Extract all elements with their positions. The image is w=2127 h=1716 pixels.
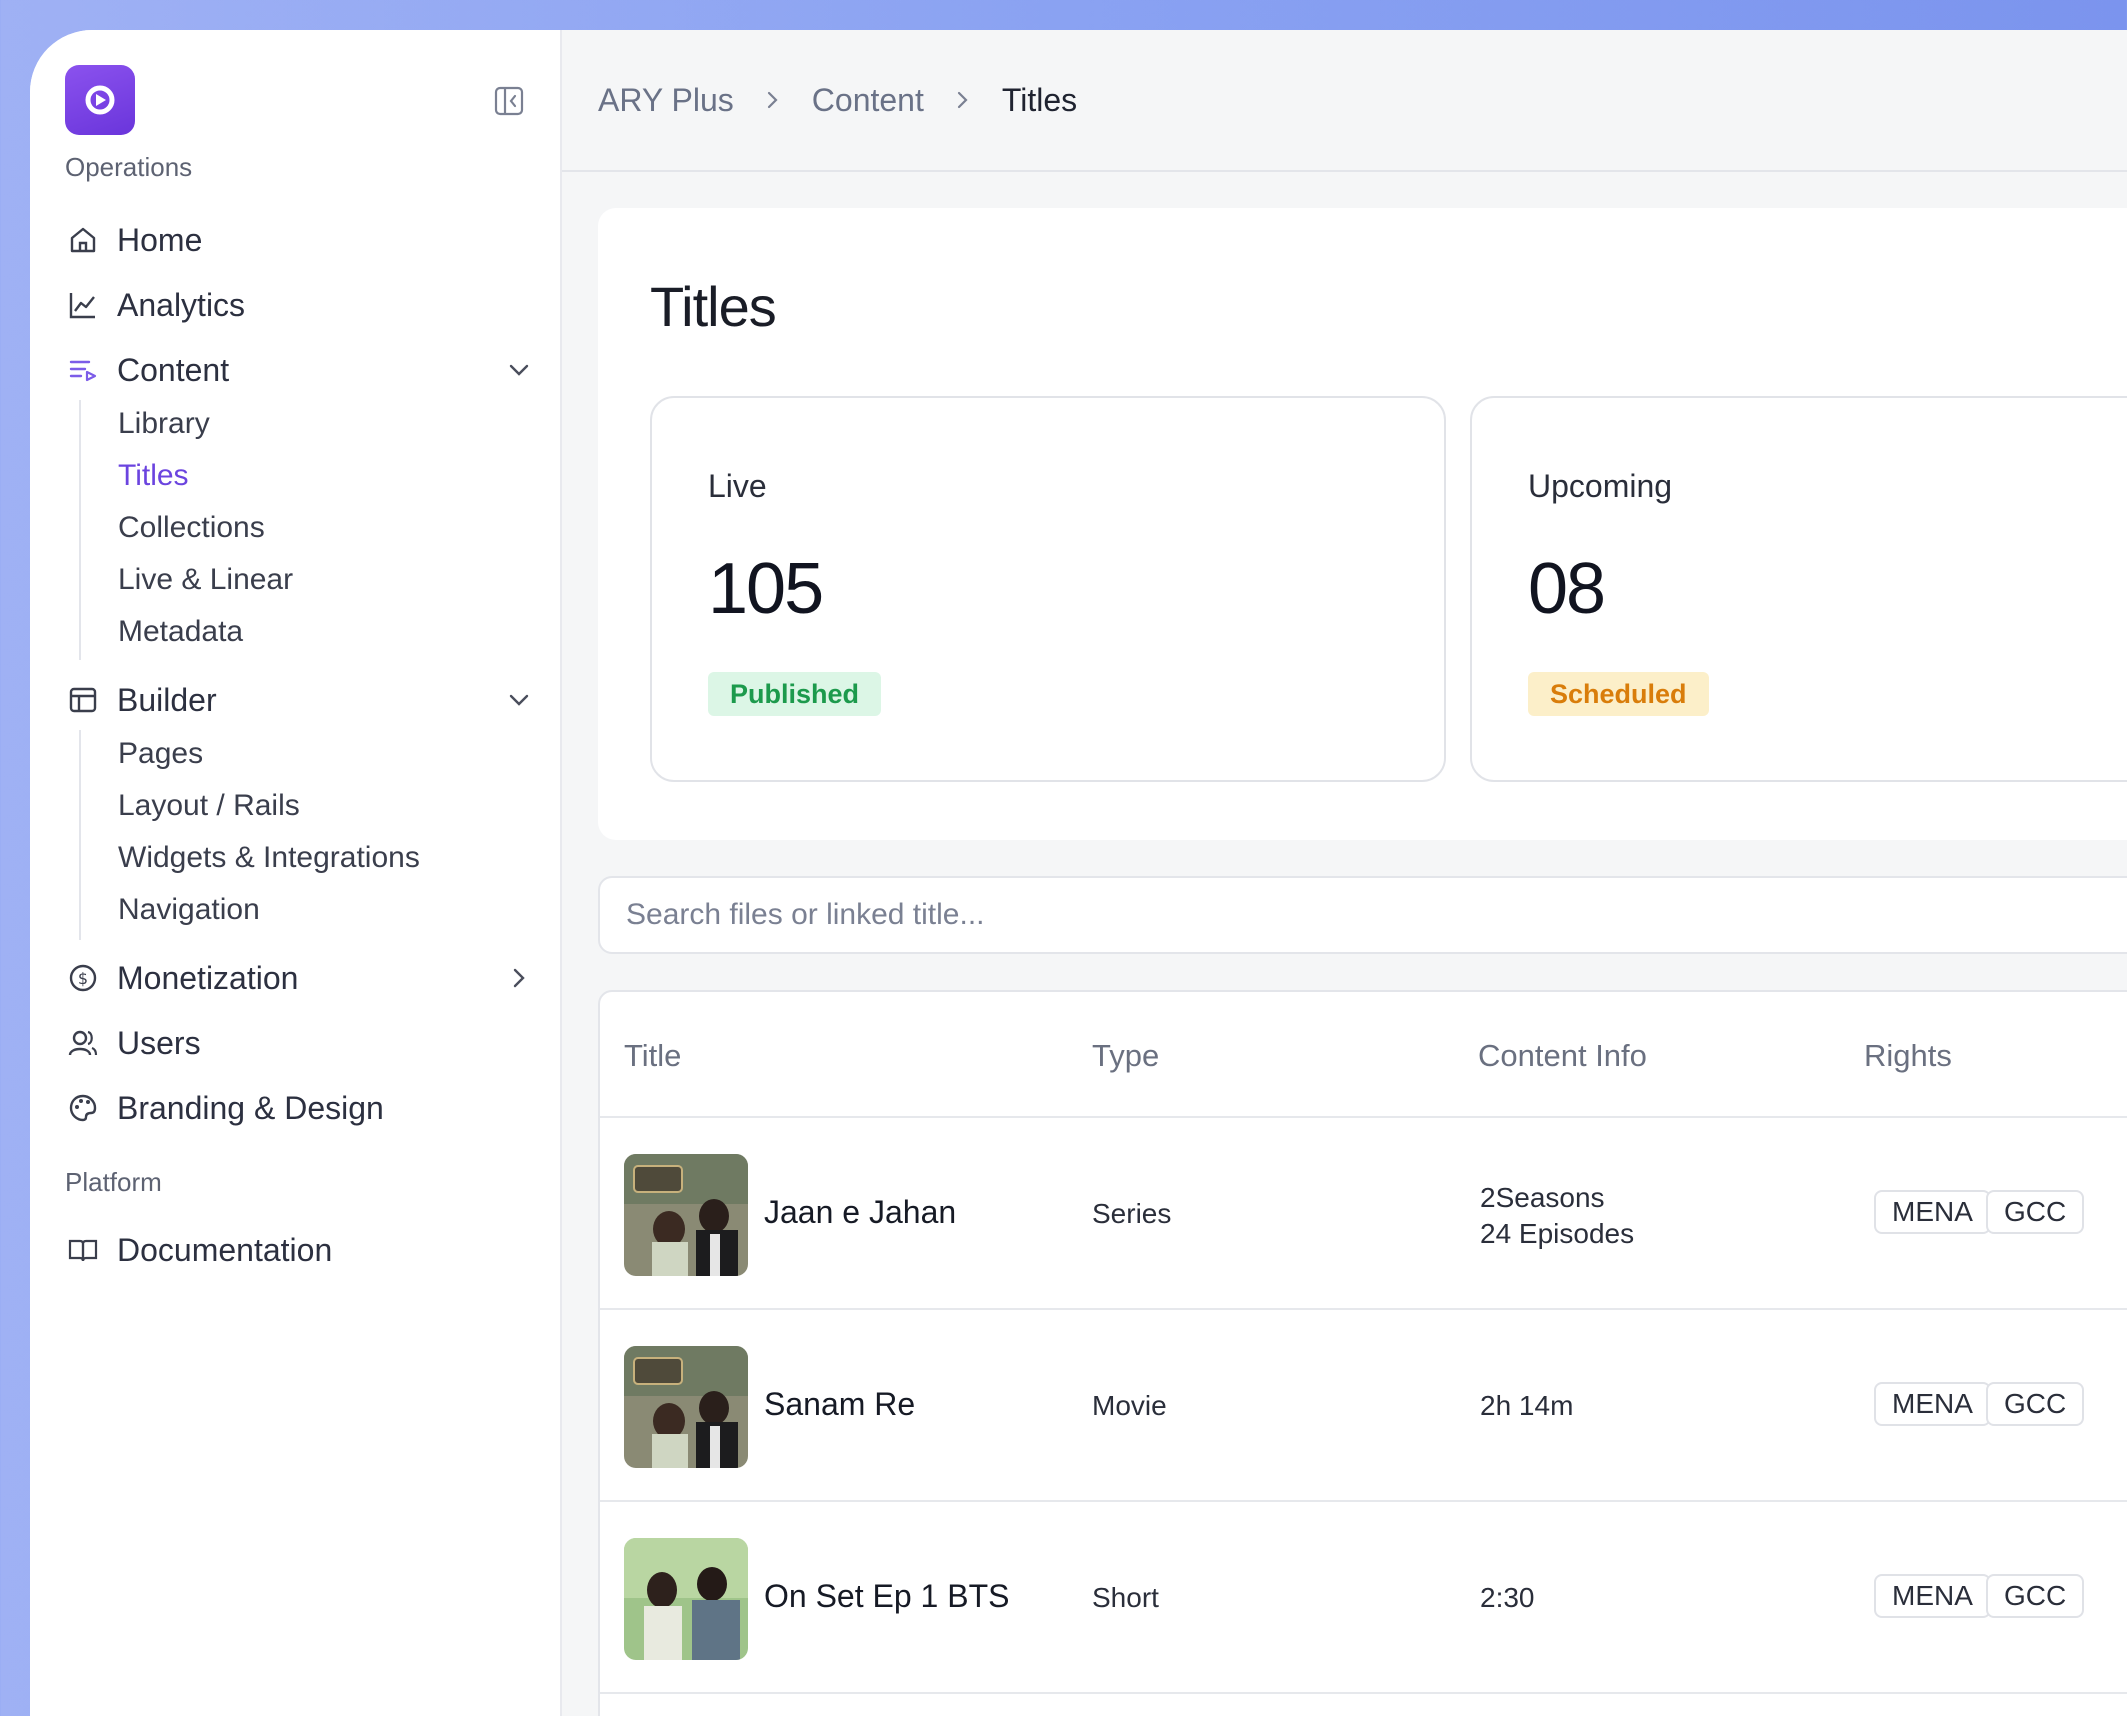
sidebar-subitem-library[interactable]: Library (118, 399, 210, 449)
content-info-line: 2Seasons (1480, 1182, 1605, 1213)
search-input[interactable] (626, 898, 2026, 932)
sidebar-subitem-widgets[interactable]: Widgets & Integrations (118, 833, 420, 883)
section-label-platform: Platform (65, 1167, 162, 1197)
sidebar-subitem-metadata[interactable]: Metadata (118, 607, 243, 657)
page-title: Titles (650, 275, 777, 338)
content-info-cell: 2:30 (1480, 1582, 1535, 1613)
rights-tag: MENA (1874, 1574, 1991, 1618)
content-info-line: 24 Episodes (1480, 1218, 1635, 1249)
table-row[interactable]: On Set Ep 1 BTS Short 2:30 MENA GCC (600, 1502, 2127, 1694)
stat-value: 105 (708, 549, 824, 629)
table-row[interactable]: Jaan e Jahan Series 2Seasons 24 Episodes… (600, 1118, 2127, 1310)
sidebar-item-label: Monetization (117, 959, 299, 996)
table-header: Title Type Content Info Rights (600, 992, 2127, 1118)
app-window: Operations Home Analytics Content Librar… (30, 30, 2127, 1716)
stat-label: Upcoming (1528, 468, 1673, 504)
submenu-line (79, 400, 81, 660)
rights-tag: MENA (1874, 1190, 1991, 1234)
sidebar-item-label: Analytics (117, 286, 246, 323)
sidebar-item-builder[interactable]: Builder (65, 670, 535, 730)
svg-text:$: $ (78, 969, 88, 988)
content-info-cell: 2h 14m (1480, 1390, 1574, 1421)
breadcrumb-item[interactable]: Content (812, 82, 924, 119)
summary-panel: Titles Live 105 Published Upcoming 08 Sc… (598, 208, 2127, 840)
chevron-right-icon[interactable] (503, 962, 535, 994)
sidebar-item-analytics[interactable]: Analytics (65, 275, 535, 335)
title-name[interactable]: On Set Ep 1 BTS (764, 1578, 1009, 1615)
sidebar-subitem-navigation[interactable]: Navigation (118, 885, 260, 935)
sidebar-item-label: Documentation (117, 1231, 333, 1268)
sidebar-item-content[interactable]: Content (65, 340, 535, 400)
sidebar-subitem-pages[interactable]: Pages (118, 729, 203, 779)
sidebar-item-documentation[interactable]: Documentation (65, 1220, 535, 1280)
stat-value: 08 (1528, 549, 1606, 629)
chevron-down-icon[interactable] (503, 684, 535, 716)
users-icon (65, 1025, 101, 1061)
title-thumbnail (624, 1346, 748, 1468)
type-cell: Short (1092, 1582, 1159, 1613)
layout-icon (65, 682, 101, 718)
section-label-operations: Operations (65, 152, 193, 182)
content-list-icon (65, 352, 101, 388)
sidebar-item-monetization[interactable]: $ Monetization (65, 948, 535, 1008)
stat-card-live[interactable]: Live 105 Published (650, 396, 1446, 782)
sidebar-item-label: Users (117, 1024, 201, 1061)
column-header-content-info[interactable]: Content Info (1478, 1038, 1647, 1074)
breadcrumb-item[interactable]: ARY Plus (598, 82, 734, 119)
status-badge: Published (708, 672, 882, 716)
stat-card-upcoming[interactable]: Upcoming 08 Scheduled (1470, 396, 2127, 782)
palette-icon (65, 1090, 101, 1126)
logo-icon (85, 85, 115, 115)
sidebar-subitem-collections[interactable]: Collections (118, 503, 265, 553)
sidebar-item-label: Branding & Design (117, 1089, 384, 1126)
title-thumbnail (624, 1538, 748, 1660)
sidebar-item-home[interactable]: Home (65, 210, 535, 270)
sidebar-item-label: Home (117, 221, 203, 258)
search-bar[interactable] (598, 876, 2127, 954)
breadcrumb: ARY Plus Content Titles (562, 30, 2127, 172)
chevron-right-icon (957, 91, 968, 109)
title-name[interactable]: Jaan e Jahan (764, 1194, 956, 1231)
rights-tag: MENA (1874, 1382, 1991, 1426)
column-header-title[interactable]: Title (624, 1038, 681, 1074)
sidebar-subitem-live-linear[interactable]: Live & Linear (118, 555, 293, 605)
sidebar-item-branding[interactable]: Branding & Design (65, 1078, 535, 1138)
title-name[interactable]: Sanam Re (764, 1386, 915, 1423)
sidebar-subitem-layout-rails[interactable]: Layout / Rails (118, 781, 300, 831)
table-row[interactable]: Sanam Re Movie 2h 14m MENA GCC (600, 1310, 2127, 1502)
status-badge: Scheduled (1528, 672, 1709, 716)
titles-table: Title Type Content Info Rights Jaan e Ja (598, 990, 2127, 1716)
rights-tag: GCC (1986, 1574, 2085, 1618)
breadcrumb-current: Titles (1001, 81, 1078, 118)
type-cell: Series (1092, 1198, 1172, 1229)
rights-tag: GCC (1986, 1382, 2085, 1426)
column-header-rights[interactable]: Rights (1864, 1038, 1952, 1074)
home-icon (65, 222, 101, 258)
stat-label: Live (708, 468, 767, 504)
book-icon (65, 1232, 101, 1268)
submenu-line (79, 730, 81, 940)
sidebar-subitem-titles[interactable]: Titles (118, 451, 189, 501)
dollar-circle-icon: $ (65, 960, 101, 996)
rights-tag: GCC (1986, 1190, 2085, 1234)
type-cell: Movie (1092, 1390, 1167, 1421)
title-thumbnail (624, 1154, 748, 1276)
chevron-right-icon (767, 91, 778, 109)
chevron-down-icon[interactable] (503, 354, 535, 386)
app-logo[interactable] (65, 65, 135, 135)
line-chart-icon (65, 287, 101, 323)
sidebar-item-users[interactable]: Users (65, 1013, 535, 1073)
column-header-type[interactable]: Type (1092, 1038, 1159, 1074)
sidebar-item-label: Content (117, 351, 230, 388)
sidebar-collapse-icon[interactable] (493, 85, 525, 117)
content-info-cell: 2Seasons 24 Episodes (1480, 1180, 1634, 1252)
sidebar: Operations Home Analytics Content Librar… (30, 30, 562, 1716)
sidebar-item-label: Builder (117, 681, 217, 718)
